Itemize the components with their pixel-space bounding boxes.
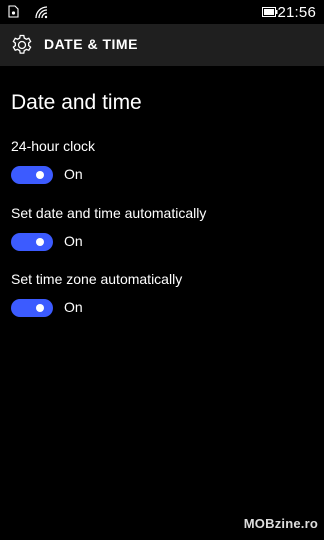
toggle-knob <box>36 238 44 246</box>
toggle-switch[interactable] <box>11 299 53 317</box>
header-title: DATE & TIME <box>44 36 138 52</box>
toggle-state-label: On <box>64 299 83 315</box>
gear-icon <box>12 34 32 54</box>
page-title: Date and time <box>11 91 142 114</box>
setting-auto-time-zone: Set time zone automatically On <box>11 271 182 321</box>
setting-label: Set date and time automatically <box>11 205 207 221</box>
toggle-row: On <box>11 166 95 188</box>
toggle-row: On <box>11 299 182 321</box>
toggle-knob <box>36 304 44 312</box>
status-bar: 21:56 <box>0 0 324 24</box>
setting-label: 24-hour clock <box>11 138 96 154</box>
watermark: MOBzine.ro <box>243 516 318 531</box>
notification-icon <box>8 5 19 18</box>
setting-label: Set time zone automatically <box>11 271 183 287</box>
toggle-row: On <box>11 233 206 255</box>
app-header: DATE & TIME <box>0 24 324 66</box>
setting-auto-date-time: Set date and time automatically On <box>11 205 206 255</box>
wifi-icon <box>35 6 48 19</box>
toggle-switch[interactable] <box>11 166 53 184</box>
toggle-state-label: On <box>64 233 83 249</box>
battery-icon <box>262 7 278 17</box>
toggle-switch[interactable] <box>11 233 53 251</box>
status-time: 21:56 <box>277 4 316 21</box>
toggle-state-label: On <box>64 166 83 182</box>
toggle-knob <box>36 171 44 179</box>
setting-24-hour-clock: 24-hour clock On <box>11 138 95 188</box>
